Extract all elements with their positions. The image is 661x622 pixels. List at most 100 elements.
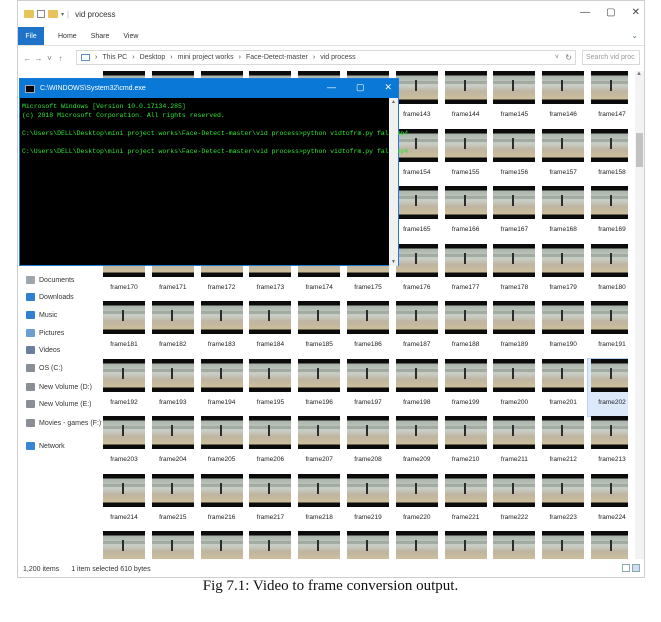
refresh-icon[interactable]: ↻ <box>565 53 572 62</box>
file-item[interactable]: frame190 <box>539 301 587 358</box>
address-bar[interactable]: › This PC › Desktop › mini project works… <box>76 50 576 65</box>
tab-home[interactable]: Home <box>58 33 77 40</box>
cmd-minimize-icon[interactable]: — <box>327 82 336 93</box>
nav-item-documents[interactable]: Documents <box>26 276 74 284</box>
search-input[interactable]: Search vid proc <box>582 50 640 65</box>
cmd-titlebar[interactable]: C:\WINDOWS\System32\cmd.exe — ▢ ✕ <box>20 79 398 98</box>
vertical-scrollbar[interactable]: ▲ <box>635 71 644 559</box>
new-folder-icon[interactable] <box>48 10 58 18</box>
breadcrumb-mini-project-works[interactable]: mini project works <box>178 54 234 61</box>
file-item[interactable]: frame182 <box>149 301 197 358</box>
file-item[interactable]: frame187 <box>393 301 441 358</box>
up-arrow-icon[interactable]: ↑ <box>55 54 66 63</box>
file-item[interactable]: frame156 <box>490 128 538 186</box>
tab-share[interactable]: Share <box>91 33 110 40</box>
file-item[interactable]: frame233 <box>490 531 538 559</box>
scroll-up-icon[interactable]: ▲ <box>636 71 642 77</box>
file-item[interactable]: frame155 <box>442 128 490 186</box>
cmd-scroll-up-icon[interactable]: ▲ <box>391 99 396 105</box>
file-item[interactable]: frame143 <box>393 71 441 128</box>
file-item[interactable]: frame144 <box>442 71 490 128</box>
file-item[interactable]: frame167 <box>490 186 538 243</box>
details-view-icon[interactable] <box>622 564 630 572</box>
file-item[interactable]: frame193 <box>149 358 197 416</box>
file-item[interactable]: frame179 <box>539 243 587 301</box>
nav-item-os-c[interactable]: OS (C:) <box>26 364 63 372</box>
nav-item-music[interactable]: Music <box>26 311 57 319</box>
file-item[interactable]: frame146 <box>539 71 587 128</box>
file-item[interactable]: frame169 <box>588 186 628 243</box>
address-dropdown-icon[interactable]: ˅ <box>555 54 559 61</box>
nav-item-videos[interactable]: Videos <box>26 346 60 354</box>
cmd-scrollbar[interactable]: ▲ ▼ <box>389 98 398 266</box>
file-item[interactable]: frame158 <box>588 128 628 186</box>
close-icon[interactable]: ✕ <box>632 7 640 18</box>
breadcrumb-this-pc[interactable]: This PC <box>102 54 127 61</box>
breadcrumb-face-detect-master[interactable]: Face-Detect-master <box>246 54 308 61</box>
minimize-icon[interactable]: — <box>580 7 590 18</box>
customize-dropdown-icon[interactable]: ▾ <box>61 11 64 18</box>
file-item[interactable]: frame221 <box>442 473 490 531</box>
file-item[interactable]: frame234 <box>539 531 587 559</box>
cmd-scroll-down-icon[interactable]: ▼ <box>391 259 396 265</box>
file-item[interactable]: frame147 <box>588 71 628 128</box>
file-item[interactable]: frame165 <box>393 186 441 243</box>
file-item[interactable]: frame181 <box>100 301 148 358</box>
file-item[interactable]: frame202 <box>587 357 628 417</box>
file-item[interactable]: frame226 <box>149 531 197 559</box>
file-item[interactable]: frame220 <box>393 473 441 531</box>
file-item[interactable]: frame196 <box>295 358 343 416</box>
cmd-window[interactable]: C:\WINDOWS\System32\cmd.exe — ▢ ✕ Micros… <box>19 78 408 266</box>
file-item[interactable]: frame184 <box>246 301 294 358</box>
file-item[interactable]: frame199 <box>442 358 490 416</box>
file-item[interactable]: frame185 <box>295 301 343 358</box>
file-item[interactable]: frame224 <box>588 473 628 531</box>
nav-item-network[interactable]: Network <box>26 442 65 450</box>
file-item[interactable]: frame204 <box>149 416 197 473</box>
file-item[interactable]: frame197 <box>344 358 392 416</box>
file-item[interactable]: frame217 <box>246 473 294 531</box>
file-item[interactable]: frame210 <box>442 416 490 473</box>
file-item[interactable]: frame227 <box>198 531 246 559</box>
file-item[interactable]: frame218 <box>295 473 343 531</box>
nav-item-pictures[interactable]: Pictures <box>26 329 64 337</box>
file-item[interactable]: frame145 <box>490 71 538 128</box>
file-item[interactable]: frame176 <box>393 243 441 301</box>
file-item[interactable]: frame214 <box>100 473 148 531</box>
file-item[interactable]: frame223 <box>539 473 587 531</box>
cmd-maximize-icon[interactable]: ▢ <box>356 82 365 93</box>
file-item[interactable]: frame212 <box>539 416 587 473</box>
file-item[interactable]: frame192 <box>100 358 148 416</box>
file-item[interactable]: frame198 <box>393 358 441 416</box>
file-item[interactable]: frame208 <box>344 416 392 473</box>
expand-ribbon-icon[interactable]: ⌄ <box>631 31 638 40</box>
large-icons-view-icon[interactable] <box>632 564 640 572</box>
scrollbar-thumb[interactable] <box>636 133 643 167</box>
file-item[interactable]: frame188 <box>442 301 490 358</box>
file-item[interactable]: frame232 <box>442 531 490 559</box>
file-item[interactable]: frame195 <box>246 358 294 416</box>
tab-file[interactable]: File <box>18 27 44 45</box>
file-item[interactable]: frame201 <box>539 358 587 416</box>
file-item[interactable]: frame235 <box>588 531 628 559</box>
tab-view[interactable]: View <box>123 33 138 40</box>
file-item[interactable]: frame194 <box>198 358 246 416</box>
file-item[interactable]: frame186 <box>344 301 392 358</box>
file-item[interactable]: frame177 <box>442 243 490 301</box>
forward-arrow-icon[interactable]: → <box>33 54 44 63</box>
file-item[interactable]: frame231 <box>393 531 441 559</box>
file-item[interactable]: frame211 <box>490 416 538 473</box>
file-item[interactable]: frame219 <box>344 473 392 531</box>
file-item[interactable]: frame225 <box>100 531 148 559</box>
file-item[interactable]: frame230 <box>344 531 392 559</box>
file-item[interactable]: frame157 <box>539 128 587 186</box>
breadcrumb-desktop[interactable]: Desktop <box>140 54 166 61</box>
file-item[interactable]: frame205 <box>198 416 246 473</box>
nav-item-new-volume-e[interactable]: New Volume (E:) <box>26 400 92 408</box>
file-item[interactable]: frame222 <box>490 473 538 531</box>
file-item[interactable]: frame207 <box>295 416 343 473</box>
maximize-icon[interactable]: ▢ <box>606 7 615 18</box>
file-item[interactable]: frame209 <box>393 416 441 473</box>
cmd-output[interactable]: Microsoft Windows [Version 10.0.17134.28… <box>22 102 408 156</box>
file-item[interactable]: frame154 <box>393 128 441 186</box>
